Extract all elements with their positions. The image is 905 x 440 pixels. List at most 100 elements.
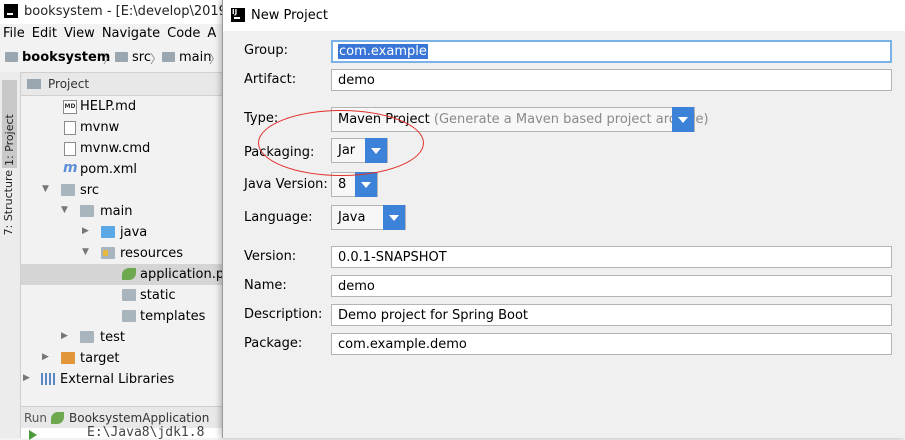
tree-item-mvnw-cmd[interactable]: mvnw.cmd xyxy=(21,138,230,159)
tree-item-external-libraries[interactable]: ▶ External Libraries xyxy=(21,369,230,390)
project-panel-title[interactable]: Project xyxy=(48,77,89,91)
tab-project[interactable]: 1: Project xyxy=(2,80,17,168)
breadcrumb-separator-icon: 〉 xyxy=(209,52,222,66)
ide-menu-bar: File Edit View Navigate Code A xyxy=(0,24,230,44)
project-panel-header: Project xyxy=(21,73,230,96)
tree-item-help-md[interactable]: MD HELP.md xyxy=(21,96,230,117)
menu-file[interactable]: File xyxy=(0,24,29,44)
group-input-value: com.example xyxy=(338,44,428,59)
folder-icon xyxy=(122,310,136,322)
breadcrumb: booksystem 〉 src 〉 main 〉 xyxy=(0,44,230,73)
expanded-arrow-icon[interactable]: ▼ xyxy=(61,205,68,215)
chevron-down-icon[interactable] xyxy=(355,172,377,197)
spring-boot-icon xyxy=(51,412,64,424)
tab-structure[interactable]: 7: Structure xyxy=(2,170,15,235)
name-label: Name: xyxy=(244,278,287,293)
run-label[interactable]: Run xyxy=(24,411,47,425)
intellij-logo-icon xyxy=(4,4,18,18)
breadcrumb-booksystem[interactable]: booksystem xyxy=(5,50,110,65)
chevron-down-icon[interactable] xyxy=(365,138,387,163)
ide-window-title: booksystem - [E:\develop\2019pro xyxy=(24,4,249,19)
java-version-label: Java Version: xyxy=(244,177,328,192)
tree-item-static[interactable]: static xyxy=(21,285,230,306)
rerun-icon[interactable] xyxy=(29,430,37,440)
dialog-title-bar: IJ New Project xyxy=(223,0,905,31)
run-console: E:\Java8\jdk1.8 xyxy=(21,425,230,440)
excluded-folder-icon xyxy=(61,352,75,364)
folder-icon xyxy=(122,289,136,301)
language-label: Language: xyxy=(244,210,313,225)
type-select[interactable]: Maven Project (Generate a Maven based pr… xyxy=(331,107,709,132)
menu-analyze[interactable]: A xyxy=(204,24,220,44)
type-select-hint: (Generate a Maven based project archive) xyxy=(433,112,709,127)
markdown-file-icon: MD xyxy=(63,100,77,114)
collapsed-arrow-icon[interactable]: ▶ xyxy=(82,226,89,236)
project-view-icon xyxy=(27,79,41,89)
java-version-select-value: 8 xyxy=(338,177,347,192)
description-label: Description: xyxy=(244,307,323,322)
folder-icon xyxy=(115,52,128,62)
artifact-label: Artifact: xyxy=(244,72,297,87)
package-label: Package: xyxy=(244,336,303,351)
tree-item-mvnw[interactable]: mvnw xyxy=(21,117,230,138)
folder-icon xyxy=(162,52,175,62)
package-input-value: com.example.demo xyxy=(338,337,467,352)
collapsed-arrow-icon[interactable]: ▶ xyxy=(23,373,30,383)
chevron-down-icon[interactable] xyxy=(672,107,694,132)
source-folder-icon xyxy=(101,226,115,238)
description-input[interactable]: Demo project for Spring Boot xyxy=(331,304,892,326)
tree-item-java[interactable]: ▶ java xyxy=(21,222,230,243)
resources-folder-icon xyxy=(101,247,115,259)
chevron-down-icon[interactable] xyxy=(383,205,405,230)
ide-window: booksystem - [E:\develop\2019pro File Edi… xyxy=(0,0,248,440)
type-select-value: Maven Project xyxy=(338,112,430,127)
menu-code[interactable]: Code xyxy=(164,24,204,44)
tree-item-test[interactable]: ▶ test xyxy=(21,327,230,348)
menu-navigate[interactable]: Navigate xyxy=(99,24,164,44)
language-select[interactable]: Java xyxy=(331,205,406,230)
collapsed-arrow-icon[interactable]: ▶ xyxy=(61,331,68,341)
packaging-label: Packaging: xyxy=(244,145,315,160)
expanded-arrow-icon[interactable]: ▼ xyxy=(42,184,49,194)
run-config-name[interactable]: BooksystemApplication xyxy=(69,411,209,425)
breadcrumb-separator-icon: 〉 xyxy=(103,52,116,66)
tree-item-src[interactable]: ▼ src xyxy=(21,180,230,201)
tree-item-pom-xml[interactable]: m pom.xml xyxy=(21,159,230,180)
version-input[interactable]: 0.0.1-SNAPSHOT xyxy=(331,246,892,268)
menu-edit[interactable]: Edit xyxy=(29,24,61,44)
breadcrumb-separator-icon: 〉 xyxy=(150,52,163,66)
packaging-select[interactable]: Jar xyxy=(331,138,388,163)
name-input-value: demo xyxy=(338,279,375,294)
artifact-input[interactable]: demo xyxy=(331,69,892,91)
tree-item-main[interactable]: ▼ main xyxy=(21,201,230,222)
group-label: Group: xyxy=(244,43,288,58)
tree-item-resources[interactable]: ▼ resources xyxy=(21,243,230,264)
tree-item-target[interactable]: ▶ target xyxy=(21,348,230,369)
name-input[interactable]: demo xyxy=(331,275,892,297)
artifact-input-value: demo xyxy=(338,73,375,88)
type-label: Type: xyxy=(244,111,279,126)
new-project-dialog: IJ New Project Group: com.example Artifa… xyxy=(222,0,905,438)
tree-item-templates[interactable]: templates xyxy=(21,306,230,327)
expanded-arrow-icon[interactable]: ▼ xyxy=(82,247,89,257)
group-input[interactable]: com.example xyxy=(331,40,892,63)
intellij-logo-icon: IJ xyxy=(231,8,245,22)
package-input[interactable]: com.example.demo xyxy=(331,333,892,355)
version-input-value: 0.0.1-SNAPSHOT xyxy=(338,250,447,265)
breadcrumb-main[interactable]: main xyxy=(162,50,211,65)
ide-title-bar: booksystem - [E:\develop\2019pro xyxy=(0,0,248,24)
menu-view[interactable]: View xyxy=(61,24,99,44)
folder-icon xyxy=(80,205,94,217)
tree-item-application-properties[interactable]: application.pr xyxy=(21,264,230,285)
maven-pom-icon: m xyxy=(63,160,78,176)
description-input-value: Demo project for Spring Boot xyxy=(338,308,529,323)
version-label: Version: xyxy=(244,249,297,264)
file-icon xyxy=(64,142,76,156)
folder-icon xyxy=(80,331,94,343)
collapsed-arrow-icon[interactable]: ▶ xyxy=(42,352,49,362)
breadcrumb-src[interactable]: src xyxy=(115,50,151,65)
module-folder-icon xyxy=(5,52,18,62)
library-icon xyxy=(41,373,55,385)
java-version-select[interactable]: 8 xyxy=(331,172,378,197)
file-icon xyxy=(64,121,76,135)
